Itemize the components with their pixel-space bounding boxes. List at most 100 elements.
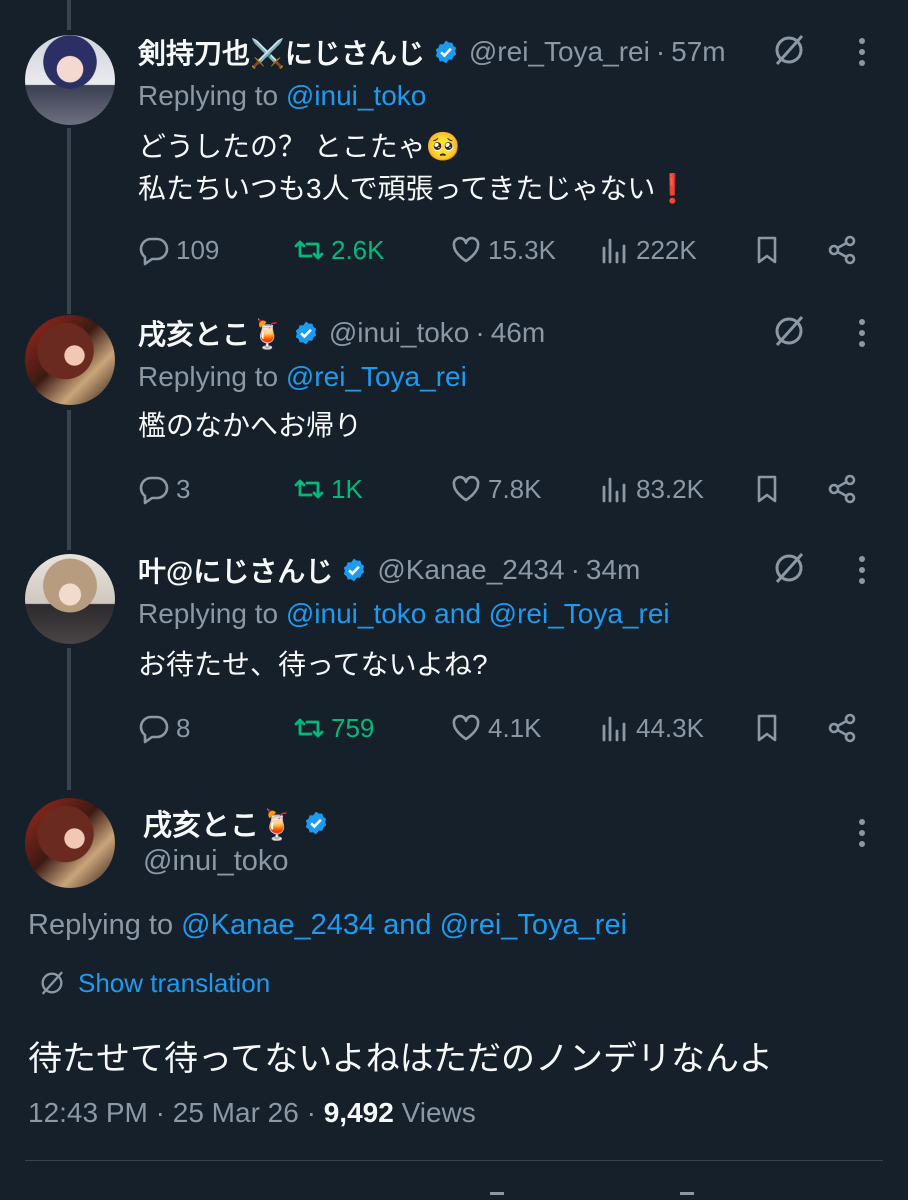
verified-badge-icon xyxy=(295,321,317,345)
like-count: 7.8K xyxy=(488,473,542,504)
display-name[interactable]: 戌亥とこ🍹 xyxy=(143,802,295,844)
replying-to: Replying to @Kanae_2434 and @rei_Toya_re… xyxy=(28,909,627,942)
more-options-icon[interactable] xyxy=(857,36,867,68)
grok-slash-icon[interactable] xyxy=(771,550,807,586)
divider xyxy=(25,1160,883,1161)
tweet-actions: 3 1K 7.8K 83.2K xyxy=(138,469,878,509)
handle[interactable]: @inui_toko xyxy=(143,845,289,878)
share-icon xyxy=(828,713,856,743)
timestamp[interactable]: 34m xyxy=(586,554,640,586)
bookmark-icon xyxy=(757,475,777,503)
bookmark-button[interactable] xyxy=(751,469,789,509)
tweet[interactable]: 叶@にじさんじ @Kanae_2434 · 34m Replying to @i… xyxy=(0,550,908,760)
replying-to: Replying to @inui_toko and @rei_Toya_rei xyxy=(138,598,670,630)
timestamp[interactable]: 57m xyxy=(671,36,725,68)
grok-slash-icon[interactable] xyxy=(771,32,807,68)
reply-button[interactable]: 109 xyxy=(138,230,219,270)
views-chart-icon xyxy=(602,238,626,264)
replying-prefix: Replying to xyxy=(138,361,279,392)
view-count: 44.3K xyxy=(636,712,704,743)
mention-link[interactable]: @Kanae_2434 xyxy=(181,909,375,941)
display-name[interactable]: 戌亥とこ🍹 xyxy=(138,313,285,353)
tweet-actions: 109 2.6K 15.3K 222K xyxy=(138,230,878,270)
mention-link[interactable]: @rei_Toya_rei xyxy=(286,361,467,392)
verified-badge-icon xyxy=(344,558,365,582)
views-button[interactable]: 222K xyxy=(598,230,697,270)
bookmark-icon xyxy=(757,236,777,264)
more-options-icon[interactable] xyxy=(857,817,867,849)
views-button[interactable]: 83.2K xyxy=(598,469,704,509)
views-count: 9,492 xyxy=(323,1097,394,1128)
mention-link[interactable]: @inui_toko xyxy=(286,598,427,629)
heart-icon xyxy=(452,714,480,741)
share-icon xyxy=(828,474,856,504)
bookmark-button[interactable] xyxy=(751,230,789,270)
handle[interactable]: @Kanae_2434 xyxy=(377,554,564,586)
display-name[interactable]: 叶@にじさんじ xyxy=(138,550,333,590)
tweet-actions: 8 759 4.1K 44.3K xyxy=(138,708,878,748)
grok-slash-icon[interactable] xyxy=(771,313,807,349)
share-icon xyxy=(828,235,856,265)
tweet-text: お待たせ、待ってないよね? xyxy=(138,649,488,680)
view-count: 222K xyxy=(636,234,697,265)
action-row-partial xyxy=(0,1180,908,1200)
retweet-button[interactable]: 759 xyxy=(293,708,374,748)
tweet[interactable]: 戌亥とこ🍹 @inui_toko · 46m Replying to @rei_… xyxy=(0,313,908,523)
reply-button[interactable]: 8 xyxy=(138,708,190,748)
retweet-count: 1K xyxy=(331,473,363,504)
reply-button[interactable]: 3 xyxy=(138,469,190,509)
mention-link[interactable]: @rei_Toya_rei xyxy=(440,909,627,941)
replying-to: Replying to @rei_Toya_rei xyxy=(138,361,467,393)
reply-icon xyxy=(139,715,169,744)
timestamp[interactable]: 46m xyxy=(491,317,545,349)
tweet[interactable]: 剣持刀也⚔️にじさんじ @rei_Toya_rei · 57m Replying… xyxy=(0,30,908,280)
like-button[interactable]: 15.3K xyxy=(450,230,556,270)
views-button[interactable]: 44.3K xyxy=(598,708,704,748)
tweet-text: どうしたの？ とこたゃ🥺 私たちいつも3人で頑張ってきたじゃない❗ xyxy=(138,131,691,204)
show-translation-button[interactable]: Show translation xyxy=(38,965,270,1001)
partial-icon xyxy=(680,1192,694,1200)
tweet-date[interactable]: 25 Mar 26 xyxy=(173,1097,299,1128)
tweet-time[interactable]: 12:43 PM xyxy=(28,1097,148,1128)
retweet-button[interactable]: 2.6K xyxy=(293,230,385,270)
verified-badge-icon xyxy=(305,811,327,835)
share-button[interactable] xyxy=(826,230,864,270)
separator: · xyxy=(570,554,580,585)
avatar[interactable] xyxy=(25,554,115,644)
more-options-icon[interactable] xyxy=(857,554,867,586)
views-chart-icon xyxy=(602,477,626,503)
separator: · xyxy=(306,1097,316,1128)
separator: · xyxy=(655,36,666,67)
bookmark-button[interactable] xyxy=(751,708,789,748)
share-button[interactable] xyxy=(826,708,864,748)
view-count: 83.2K xyxy=(636,473,704,504)
tweet-meta: 12:43 PM · 25 Mar 26 · 9,492 Views xyxy=(28,1097,476,1129)
retweet-count: 759 xyxy=(331,712,375,743)
more-options-icon[interactable] xyxy=(857,317,867,349)
replying-joiner: and xyxy=(383,909,432,941)
show-translation-label: Show translation xyxy=(78,967,271,998)
avatar[interactable] xyxy=(25,35,115,125)
reply-count: 8 xyxy=(176,712,191,743)
tweet-text: 檻のなかへお帰り xyxy=(138,410,363,441)
verified-badge-icon xyxy=(435,40,457,64)
avatar[interactable] xyxy=(25,315,115,405)
mention-link[interactable]: @inui_toko xyxy=(286,80,427,111)
partial-icon xyxy=(490,1192,504,1200)
mention-link[interactable]: @rei_Toya_rei xyxy=(489,598,670,629)
share-button[interactable] xyxy=(826,469,864,509)
author-name-row: 戌亥とこ🍹 xyxy=(143,803,339,843)
handle[interactable]: @rei_Toya_rei xyxy=(469,36,650,68)
retweet-icon xyxy=(294,479,324,499)
separator: · xyxy=(155,1097,165,1128)
display-name[interactable]: 剣持刀也⚔️にじさんじ xyxy=(138,32,425,72)
replying-prefix: Replying to xyxy=(28,909,174,941)
like-button[interactable]: 7.8K xyxy=(450,469,542,509)
retweet-icon xyxy=(294,240,324,260)
like-button[interactable]: 4.1K xyxy=(450,708,542,748)
heart-icon xyxy=(452,475,480,502)
handle[interactable]: @inui_toko xyxy=(329,317,470,349)
retweet-button[interactable]: 1K xyxy=(293,469,363,509)
avatar[interactable] xyxy=(25,798,115,888)
replying-prefix: Replying to xyxy=(138,80,279,111)
